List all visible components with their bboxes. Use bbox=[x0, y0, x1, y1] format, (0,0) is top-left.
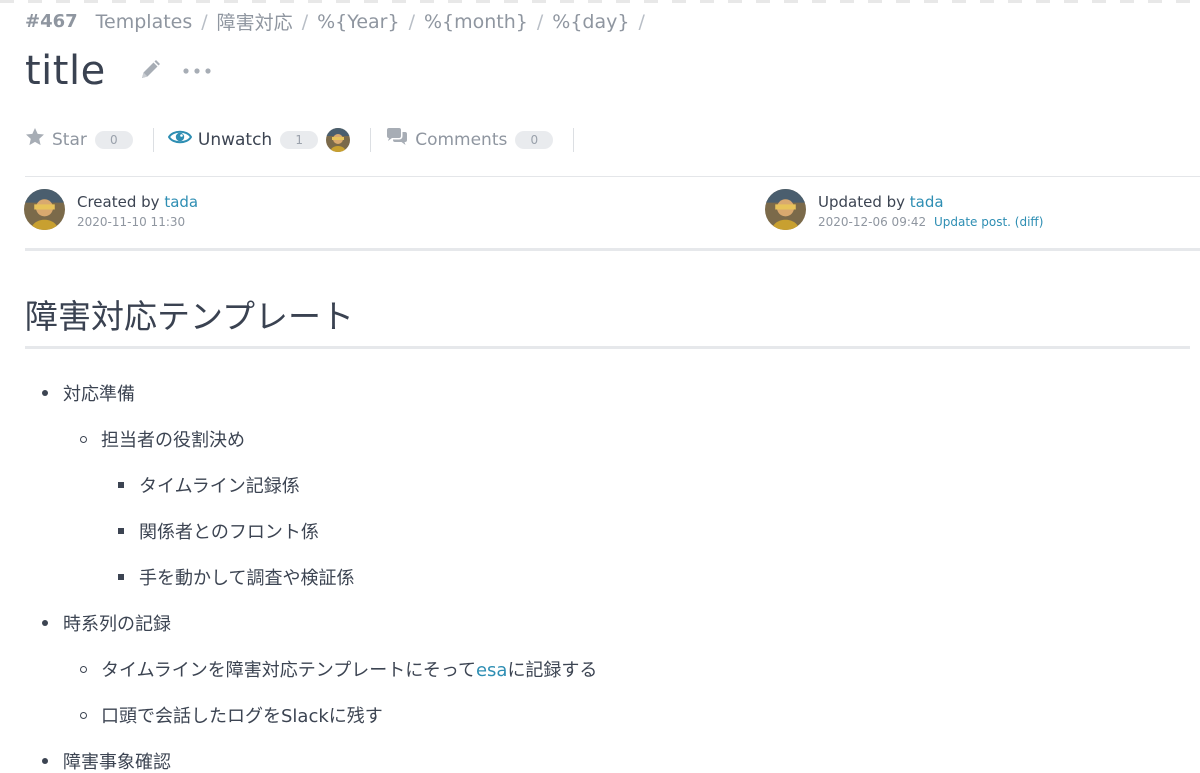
breadcrumb-separator: / bbox=[201, 10, 208, 33]
bullet bbox=[80, 711, 87, 719]
created-by-user-link[interactable]: tada bbox=[164, 193, 198, 211]
divider bbox=[370, 127, 372, 152]
bullet bbox=[42, 758, 48, 764]
updated-by-user-link[interactable]: tada bbox=[910, 193, 944, 211]
list-item: タイムライン記録係 bbox=[118, 472, 300, 498]
list-item-text: 時系列の記録 bbox=[63, 614, 171, 635]
post-number[interactable]: #467 bbox=[25, 11, 78, 32]
pencil-icon[interactable] bbox=[138, 58, 164, 84]
breadcrumb-item-month[interactable]: %{month} bbox=[424, 11, 528, 33]
star-count-badge: 0 bbox=[94, 130, 133, 149]
post-title: title bbox=[25, 48, 106, 94]
created-datetime: 2020-11-10 11:30 bbox=[77, 215, 186, 229]
breadcrumb-separator: / bbox=[408, 10, 415, 33]
created-info: Created by tada 2020-11-10 11:30 bbox=[24, 189, 198, 230]
star-button[interactable]: Star 0 bbox=[24, 126, 133, 153]
content-heading: 障害対応テンプレート bbox=[25, 297, 355, 336]
breadcrumb-item-year[interactable]: %{Year} bbox=[317, 11, 399, 33]
breadcrumb-separator: / bbox=[536, 10, 544, 33]
list-item: 時系列の記録 bbox=[42, 610, 171, 636]
watch-count-badge: 1 bbox=[280, 130, 319, 149]
title-row: title bbox=[25, 48, 214, 94]
top-dashed-border bbox=[0, 0, 1200, 3]
list-item-text: 障害事象確認 bbox=[63, 752, 171, 773]
more-icon[interactable] bbox=[182, 66, 214, 76]
list-item: 担当者の役割決め bbox=[80, 426, 245, 452]
bullet bbox=[118, 574, 124, 580]
list-item-text: 口頭で会話したログをSlackに残す bbox=[101, 706, 383, 727]
list-item-text: 手を動かして調査や検証係 bbox=[139, 568, 355, 589]
list-item: 手を動かして調査や検証係 bbox=[118, 564, 354, 590]
avatar[interactable] bbox=[326, 127, 351, 152]
comments-button[interactable]: Comments 0 bbox=[385, 127, 554, 152]
list-item: 関係者とのフロント係 bbox=[118, 518, 319, 544]
list-item-text: 関係者とのフロント係 bbox=[139, 522, 319, 543]
created-by-prefix: Created by bbox=[77, 193, 160, 211]
updated-by-prefix: Updated by bbox=[818, 193, 906, 211]
list-item-text: 担当者の役割決め bbox=[101, 430, 245, 451]
created-text: Created by tada 2020-11-10 11:30 bbox=[77, 189, 198, 229]
updated-datetime-line: 2020-12-06 09:42 Update post. (diff) bbox=[818, 215, 1043, 229]
list-item: 口頭で会話したログをSlackに残す bbox=[80, 702, 383, 728]
update-diff-link[interactable]: Update post. (diff) bbox=[934, 215, 1043, 229]
bullet bbox=[42, 620, 48, 626]
updated-text: Updated by tada 2020-12-06 09:42 Update … bbox=[818, 189, 1043, 229]
comments-icon bbox=[385, 127, 409, 152]
list-item-text-after: に記録する bbox=[507, 660, 598, 681]
breadcrumb-item-day[interactable]: %{day} bbox=[552, 11, 629, 33]
avatar[interactable] bbox=[24, 189, 65, 230]
post-page: #467 Templates / 障害対応 / %{Year} / %{mont… bbox=[0, 0, 1200, 773]
unwatch-button[interactable]: Unwatch 1 bbox=[167, 127, 351, 152]
comments-label: Comments bbox=[415, 129, 508, 150]
list-item: 障害事象確認 bbox=[42, 748, 171, 773]
list-item-text: タイムラインを障害対応テンプレートにそってesaに記録する bbox=[101, 656, 597, 682]
updated-datetime: 2020-12-06 09:42 bbox=[818, 215, 927, 229]
list-item: タイムラインを障害対応テンプレートにそってesaに記録する bbox=[80, 656, 597, 682]
bullet bbox=[80, 665, 87, 673]
bullet bbox=[118, 528, 124, 534]
eye-icon bbox=[167, 128, 193, 151]
breadcrumb-item-templates[interactable]: Templates bbox=[96, 11, 193, 33]
list-item-text: タイムライン記録係 bbox=[139, 476, 300, 497]
breadcrumb: #467 Templates / 障害対応 / %{Year} / %{mont… bbox=[25, 8, 654, 35]
bullet bbox=[118, 482, 124, 488]
created-by-line: Created by tada bbox=[77, 193, 198, 211]
divider bbox=[25, 176, 1200, 177]
divider bbox=[25, 248, 1200, 251]
comments-count-badge: 0 bbox=[515, 130, 554, 149]
bullet bbox=[80, 435, 87, 443]
updated-by-line: Updated by tada bbox=[818, 193, 1043, 211]
list-item-text-before: タイムラインを障害対応テンプレートにそって bbox=[101, 660, 476, 681]
star-icon bbox=[24, 126, 46, 153]
bullet bbox=[42, 390, 48, 396]
breadcrumb-separator: / bbox=[301, 10, 309, 33]
list-item: 対応準備 bbox=[42, 380, 135, 406]
avatar[interactable] bbox=[765, 189, 806, 230]
updated-info: Updated by tada 2020-12-06 09:42 Update … bbox=[765, 189, 1043, 230]
star-label: Star bbox=[52, 129, 87, 150]
heading-underline bbox=[25, 346, 1190, 349]
esa-link[interactable]: esa bbox=[476, 660, 507, 681]
action-bar: Star 0 Unwatch 1 Comments 0 bbox=[24, 126, 588, 153]
divider bbox=[573, 127, 575, 152]
breadcrumb-separator: / bbox=[638, 10, 645, 33]
breadcrumb-item-category[interactable]: 障害対応 bbox=[217, 8, 293, 35]
divider bbox=[152, 127, 154, 152]
unwatch-label: Unwatch bbox=[197, 129, 273, 150]
list-item-text: 対応準備 bbox=[63, 384, 135, 405]
